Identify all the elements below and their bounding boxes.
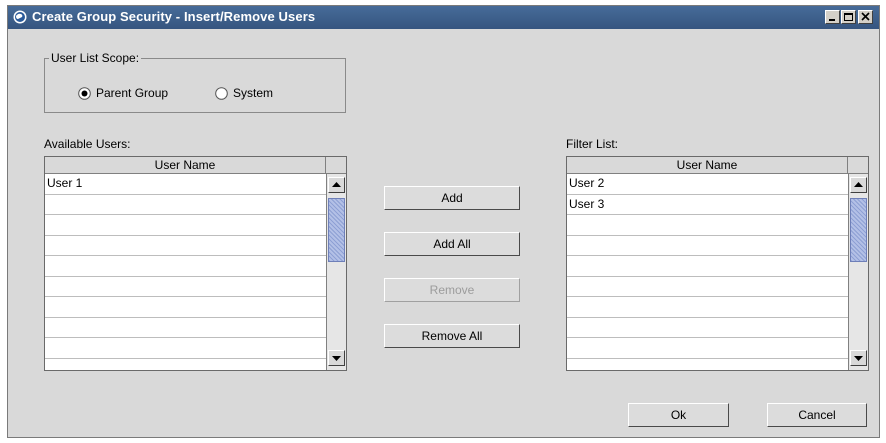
cancel-button[interactable]: Cancel (767, 403, 867, 427)
available-users-label: Available Users: (44, 137, 131, 151)
filter-scrollbar[interactable] (848, 174, 868, 370)
available-users-table: User Name User 1 (44, 156, 347, 371)
scroll-down-button[interactable] (328, 350, 345, 366)
arrow-down-icon (332, 356, 341, 361)
close-button[interactable] (858, 10, 873, 24)
available-users-rows: User 1 (45, 174, 326, 359)
table-row[interactable]: User 3 (567, 195, 848, 215)
remove-button[interactable]: Remove (384, 278, 520, 302)
filter-list-rows: User 2 User 3 (567, 174, 848, 359)
table-row[interactable] (567, 318, 848, 338)
arrow-up-icon (332, 182, 341, 187)
scroll-thumb[interactable] (850, 198, 867, 262)
table-row[interactable] (567, 277, 848, 297)
table-row[interactable] (45, 256, 326, 277)
scroll-thumb[interactable] (328, 198, 345, 262)
add-button-label: Add (441, 191, 463, 205)
column-header-user-name[interactable]: User Name (45, 157, 326, 174)
app-globe-icon (13, 10, 27, 24)
radio-unselected-icon (215, 87, 228, 100)
table-row[interactable] (567, 236, 848, 256)
scroll-up-button[interactable] (850, 177, 867, 193)
table-row[interactable] (45, 297, 326, 318)
table-row[interactable] (45, 277, 326, 297)
table-corner (326, 157, 346, 174)
table-row[interactable]: User 2 (567, 174, 848, 195)
maximize-icon (844, 13, 853, 21)
table-row[interactable] (567, 215, 848, 236)
title-bar[interactable]: Create Group Security - Insert/Remove Us… (8, 6, 879, 29)
radio-selected-icon (78, 87, 91, 100)
user-list-scope-group (44, 58, 346, 113)
table-row[interactable] (567, 297, 848, 318)
window-title: Create Group Security - Insert/Remove Us… (32, 9, 316, 24)
table-row[interactable] (45, 215, 326, 236)
table-row[interactable] (45, 236, 326, 256)
minimize-icon (829, 19, 835, 21)
maximize-button[interactable] (841, 10, 856, 24)
arrow-down-icon (854, 356, 863, 361)
arrow-up-icon (854, 182, 863, 187)
table-row[interactable] (567, 338, 848, 359)
dialog-window: Create Group Security - Insert/Remove Us… (7, 5, 880, 438)
add-button[interactable]: Add (384, 186, 520, 210)
filter-list-label: Filter List: (566, 137, 619, 151)
table-row[interactable] (567, 256, 848, 277)
table-corner (848, 157, 868, 174)
scroll-down-button[interactable] (850, 350, 867, 366)
table-row[interactable] (45, 338, 326, 359)
ok-button[interactable]: Ok (628, 403, 729, 427)
table-row[interactable] (45, 195, 326, 215)
add-all-button[interactable]: Add All (384, 232, 520, 256)
column-header-user-name[interactable]: User Name (567, 157, 848, 174)
scroll-up-button[interactable] (328, 177, 345, 193)
close-icon (861, 12, 870, 21)
remove-all-button[interactable]: Remove All (384, 324, 520, 348)
radio-label: System (233, 86, 274, 100)
radio-label: Parent Group (96, 86, 169, 100)
table-row[interactable]: User 1 (45, 174, 326, 195)
available-scrollbar[interactable] (326, 174, 346, 370)
filter-list-table: User Name User 2 User 3 (566, 156, 869, 371)
scope-legend: User List Scope: (49, 51, 142, 65)
minimize-button[interactable] (825, 10, 840, 24)
table-row[interactable] (45, 318, 326, 338)
